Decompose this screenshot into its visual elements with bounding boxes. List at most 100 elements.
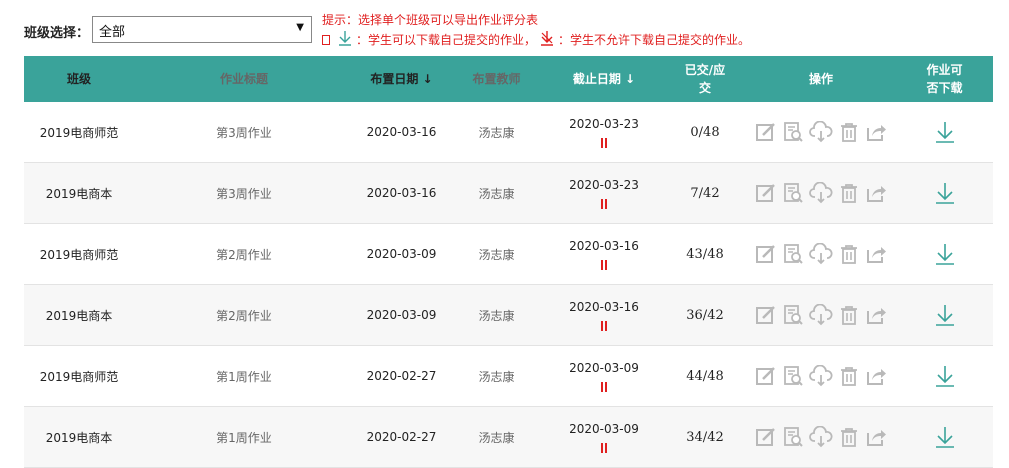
pause-icon[interactable] — [600, 381, 608, 392]
cell-actions — [746, 163, 896, 223]
deadline-date: 2020-03-09 — [569, 421, 639, 436]
cell-title: 第3周作业 — [216, 186, 272, 201]
cell-submitted: 34/42 — [686, 429, 724, 445]
cell-teacher: 汤志康 — [478, 247, 515, 262]
pause-icon[interactable] — [600, 320, 608, 331]
share-icon[interactable] — [865, 426, 887, 448]
preview-icon[interactable] — [782, 365, 804, 387]
header-submitted-line1: 已交/应 — [684, 63, 726, 77]
cell-class: 2019电商本 — [45, 308, 113, 323]
cell-downloadable — [896, 407, 993, 467]
cell-submitted: 43/48 — [686, 246, 724, 262]
trash-icon[interactable] — [838, 365, 860, 387]
edit-icon[interactable] — [755, 426, 777, 448]
preview-icon[interactable] — [782, 243, 804, 265]
cell-downloadable — [896, 163, 993, 223]
edit-icon[interactable] — [755, 121, 777, 143]
cell-teacher: 汤志康 — [478, 430, 515, 445]
cell-assign-date: 2020-02-27 — [366, 369, 437, 383]
header-downloadable: 作业可 否下载 — [896, 56, 993, 102]
preview-icon[interactable] — [782, 182, 804, 204]
cloud-download-icon[interactable] — [809, 243, 833, 265]
cell-assign-date: 2020-03-16 — [366, 186, 437, 200]
share-icon[interactable] — [865, 243, 887, 265]
deadline-date: 2020-03-09 — [569, 360, 639, 375]
cell-title: 第1周作业 — [216, 430, 272, 445]
cell-class: 2019电商师范 — [39, 125, 119, 140]
header-submitted-line2: 交 — [698, 81, 711, 95]
trash-icon[interactable] — [838, 304, 860, 326]
chevron-down-icon: ▼ — [296, 22, 304, 33]
trash-icon[interactable] — [838, 121, 860, 143]
cell-actions — [746, 224, 896, 284]
class-select-value: 全部 — [99, 25, 126, 40]
share-icon[interactable] — [865, 121, 887, 143]
download-denied-text: ：学生不允许下载自己提交的作业。 — [558, 33, 751, 47]
download-allowed-icon[interactable] — [933, 181, 957, 205]
cell-class: 2019电商师范 — [39, 369, 119, 384]
share-icon[interactable] — [865, 365, 887, 387]
edit-icon[interactable] — [755, 182, 777, 204]
cell-deadline: 2020-03-09 — [544, 407, 664, 467]
cell-assign-date: 2020-03-09 — [366, 247, 437, 261]
cell-actions — [746, 285, 896, 345]
share-icon[interactable] — [865, 182, 887, 204]
pause-icon[interactable] — [600, 137, 608, 148]
homework-table: 班级 作业标题 布置日期 ↓ 布置教师 截止日期 ↓ 已交/应 交 操作 作业可… — [24, 56, 993, 468]
header-deadline[interactable]: 截止日期 ↓ — [544, 56, 664, 102]
pause-icon[interactable] — [600, 442, 608, 453]
cell-deadline: 2020-03-16 — [544, 285, 664, 345]
filter-bar: 班级选择： 全部 ▼ 提示：选择单个班级可以导出作业评分表 ：学生可以下载自己提… — [0, 0, 1009, 56]
header-assign-date[interactable]: 布置日期 ↓ — [354, 56, 449, 102]
cloud-download-icon[interactable] — [809, 365, 833, 387]
table-row: 2019电商本 第1周作业 2020-02-27 汤志康 2020-03-09 … — [24, 407, 993, 468]
download-allowed-icon[interactable] — [933, 120, 957, 144]
cell-class: 2019电商本 — [45, 430, 113, 445]
share-icon[interactable] — [865, 304, 887, 326]
deadline-date: 2020-03-16 — [569, 299, 639, 314]
cell-actions — [746, 102, 896, 162]
class-select-label: 班级选择： — [24, 26, 90, 41]
preview-icon[interactable] — [782, 121, 804, 143]
edit-icon[interactable] — [755, 365, 777, 387]
trash-icon[interactable] — [838, 243, 860, 265]
cell-deadline: 2020-03-23 — [544, 102, 664, 162]
cell-title: 第2周作业 — [216, 247, 272, 262]
table-body: 2019电商师范 第3周作业 2020-03-16 汤志康 2020-03-23… — [24, 102, 993, 468]
cell-class: 2019电商师范 — [39, 247, 119, 262]
edit-icon[interactable] — [755, 243, 777, 265]
header-actions: 操作 — [808, 72, 833, 86]
cell-class: 2019电商本 — [45, 186, 113, 201]
preview-icon[interactable] — [782, 426, 804, 448]
download-allowed-icon[interactable] — [933, 364, 957, 388]
download-allowed-icon[interactable] — [933, 242, 957, 266]
cloud-download-icon[interactable] — [809, 121, 833, 143]
download-allowed-icon[interactable] — [933, 303, 957, 327]
cell-actions — [746, 407, 896, 467]
edit-icon[interactable] — [755, 304, 777, 326]
cell-submitted: 36/42 — [686, 307, 724, 323]
cloud-download-icon[interactable] — [809, 426, 833, 448]
class-select[interactable]: 全部 ▼ — [92, 16, 312, 43]
table-row: 2019电商师范 第1周作业 2020-02-27 汤志康 2020-03-09… — [24, 346, 993, 407]
trash-icon[interactable] — [838, 426, 860, 448]
checkbox-icon — [322, 34, 330, 45]
table-row: 2019电商师范 第3周作业 2020-03-16 汤志康 2020-03-23… — [24, 102, 993, 163]
download-allowed-text: ：学生可以下载自己提交的作业， — [356, 33, 537, 47]
cell-downloadable — [896, 102, 993, 162]
cell-teacher: 汤志康 — [478, 186, 515, 201]
pause-icon[interactable] — [600, 198, 608, 209]
cell-submitted: 0/48 — [690, 124, 720, 140]
deadline-date: 2020-03-16 — [569, 238, 639, 253]
table-row: 2019电商本 第3周作业 2020-03-16 汤志康 2020-03-23 … — [24, 163, 993, 224]
download-allowed-icon[interactable] — [933, 425, 957, 449]
hint-text: 提示：选择单个班级可以导出作业评分表 — [322, 13, 539, 27]
cloud-download-icon[interactable] — [809, 182, 833, 204]
preview-icon[interactable] — [782, 304, 804, 326]
pause-icon[interactable] — [600, 259, 608, 270]
hint-legend: ：学生可以下载自己提交的作业， ：学生不允许下载自己提交的作业。 — [322, 30, 750, 49]
download-allowed-icon — [337, 30, 353, 49]
trash-icon[interactable] — [838, 182, 860, 204]
cloud-download-icon[interactable] — [809, 304, 833, 326]
header-class: 班级 — [66, 72, 91, 86]
